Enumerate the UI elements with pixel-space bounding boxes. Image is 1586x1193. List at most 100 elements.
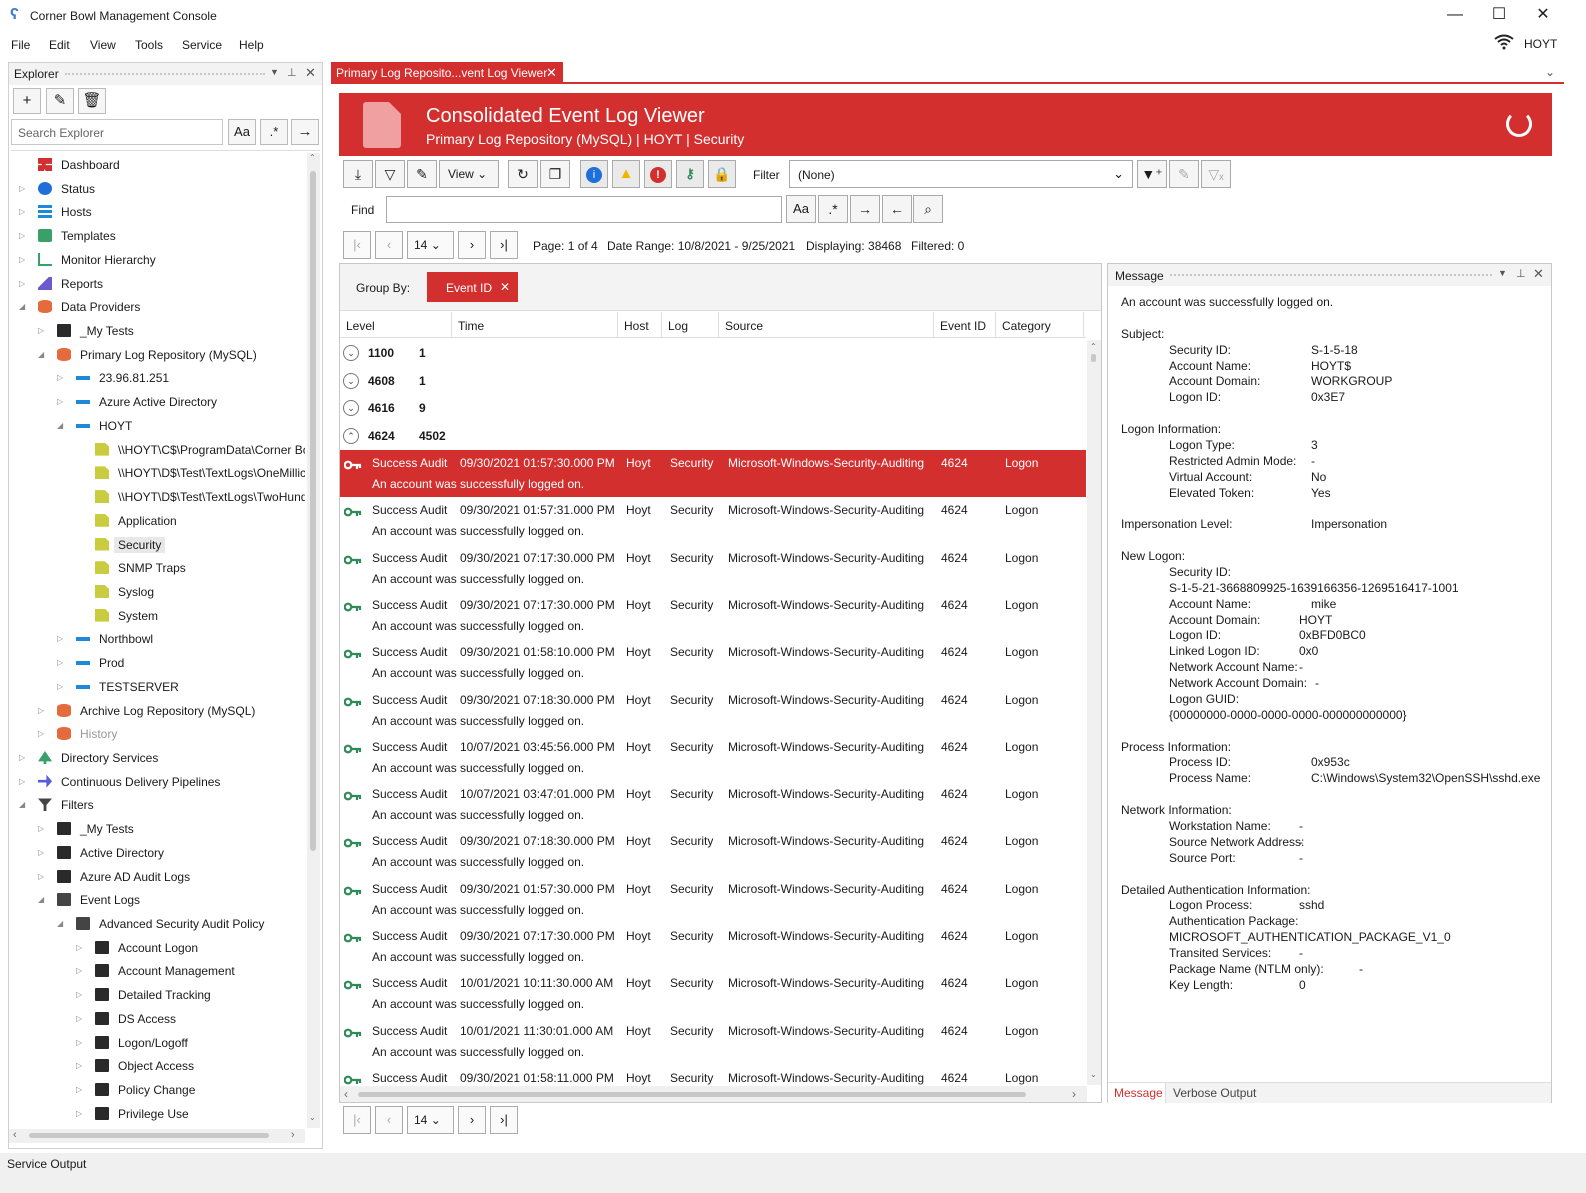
close-icon[interactable]: ✕ bbox=[1533, 266, 1544, 282]
expand-icon[interactable]: ▷ bbox=[76, 990, 82, 999]
tree-item[interactable]: ▷ Detailed Tracking bbox=[9, 983, 305, 1007]
tree-item[interactable]: Security bbox=[9, 533, 305, 557]
dropdown-icon[interactable]: ▼ bbox=[1498, 268, 1507, 278]
tree-item[interactable]: ▷ Active Directory bbox=[9, 841, 305, 865]
error-level-toggle[interactable]: ! bbox=[644, 160, 672, 188]
event-row[interactable]: Success Audit 10/01/2021 11:30:01.000 AM H… bbox=[340, 1018, 1086, 1065]
tree-item[interactable]: ▷ Directory Services bbox=[9, 746, 305, 770]
close-button[interactable]: ✕ bbox=[1523, 4, 1563, 28]
chip-close-icon[interactable]: ✕ bbox=[500, 280, 510, 294]
group-row[interactable]: ⌄ 1100 1 bbox=[340, 340, 1086, 368]
refresh-button[interactable]: ↻ bbox=[508, 160, 538, 188]
expand-icon[interactable]: ▷ bbox=[57, 658, 63, 667]
expand-icon[interactable]: ▷ bbox=[76, 1014, 82, 1023]
expand-icon[interactable]: ▷ bbox=[19, 231, 25, 240]
column-header-host[interactable]: Host bbox=[618, 312, 662, 338]
filter-select[interactable]: (None) ⌄ bbox=[789, 160, 1133, 188]
edit-button[interactable]: ✎ bbox=[407, 160, 437, 188]
expand-icon[interactable]: ▷ bbox=[76, 1061, 82, 1070]
tree-item[interactable]: ▷ Monitor Hierarchy bbox=[9, 248, 305, 272]
group-by-chip[interactable]: Event ID ✕ bbox=[427, 272, 518, 302]
tree-item[interactable]: ▷ Templates bbox=[9, 224, 305, 248]
tree-item[interactable]: ▷ Hosts bbox=[9, 200, 305, 224]
tree-item[interactable]: ◢ Primary Log Repository (MySQL) bbox=[9, 343, 305, 367]
event-row[interactable]: Success Audit 09/30/2021 07:18:30.000 PM H… bbox=[340, 828, 1086, 875]
expand-icon[interactable]: ▷ bbox=[57, 397, 63, 406]
service-output-tab[interactable]: Service Output bbox=[7, 1157, 86, 1171]
tree-item[interactable]: ▷ Archive Log Repository (MySQL) bbox=[9, 699, 305, 723]
collapse-icon[interactable]: ◢ bbox=[19, 800, 25, 809]
event-row[interactable]: Success Audit 09/30/2021 07:17:30.000 PM H… bbox=[340, 545, 1086, 592]
pin-icon[interactable]: ⊥ bbox=[1516, 267, 1526, 280]
menu-file[interactable]: File bbox=[11, 38, 30, 52]
tab-event-log-viewer[interactable]: Primary Log Reposito...vent Log Viewer ✕ bbox=[331, 62, 563, 83]
tree-item[interactable]: ▷ Northbowl bbox=[9, 627, 305, 651]
event-row[interactable]: Success Audit 10/07/2021 03:45:56.000 PM H… bbox=[340, 734, 1086, 781]
tree-item[interactable]: ▷ Policy Change bbox=[9, 1078, 305, 1102]
expand-icon[interactable]: ▷ bbox=[38, 729, 44, 738]
tree-scrollbar[interactable]: ⌃ ⌄ bbox=[307, 153, 320, 1128]
tree-item[interactable]: ▷ DS Access bbox=[9, 1007, 305, 1031]
menu-edit[interactable]: Edit bbox=[49, 38, 70, 52]
menu-service[interactable]: Service bbox=[182, 38, 222, 52]
expand-icon[interactable]: ▷ bbox=[76, 1109, 82, 1118]
page-size-select[interactable]: 14 ⌄ bbox=[407, 231, 454, 259]
find-match-case-button[interactable]: Aa bbox=[786, 195, 816, 223]
group-row[interactable]: ⌄ 4608 1 bbox=[340, 368, 1086, 396]
scroll-thumb[interactable] bbox=[1091, 354, 1096, 362]
search-go-button[interactable]: → bbox=[291, 119, 319, 145]
tree-item[interactable]: ▷ Reports bbox=[9, 272, 305, 296]
tree-item[interactable]: ◢ Advanced Security Audit Policy bbox=[9, 912, 305, 936]
tree-item[interactable]: System bbox=[9, 604, 305, 628]
tree-item[interactable]: ▷ Account Logon bbox=[9, 936, 305, 960]
tree-item[interactable]: ▷ _My Tests bbox=[9, 817, 305, 841]
tree-item[interactable]: ▷ Object Access bbox=[9, 1054, 305, 1078]
tree-item[interactable]: \\HOYT\C$\ProgramData\Corner Bc bbox=[9, 438, 305, 462]
collapse-icon[interactable]: ◢ bbox=[57, 919, 63, 928]
event-row[interactable]: Success Audit 09/30/2021 01:58:11.000 PM H… bbox=[340, 1065, 1086, 1085]
tree-item[interactable]: ▷ Privilege Use bbox=[9, 1102, 305, 1126]
expand-icon[interactable]: ▷ bbox=[57, 373, 63, 382]
menu-view[interactable]: View bbox=[90, 38, 116, 52]
tab-verbose-output[interactable]: Verbose Output bbox=[1173, 1086, 1256, 1100]
event-row[interactable]: Success Audit 09/30/2021 07:17:30.000 PM H… bbox=[340, 923, 1086, 970]
next-page-button-bottom[interactable]: › bbox=[458, 1106, 486, 1134]
tree-item[interactable]: ▷ Continuous Delivery Pipelines bbox=[9, 770, 305, 794]
find-regex-button[interactable]: .* bbox=[818, 195, 848, 223]
event-row[interactable]: Success Audit 09/30/2021 07:18:30.000 PM H… bbox=[340, 687, 1086, 734]
event-row[interactable]: Success Audit 09/30/2021 01:57:30.000 PM H… bbox=[340, 450, 1086, 498]
warning-level-toggle[interactable]: ▲ bbox=[612, 160, 640, 188]
expand-icon[interactable]: ▷ bbox=[19, 777, 25, 786]
regex-button[interactable]: .* bbox=[260, 119, 288, 145]
expand-icon[interactable]: ▷ bbox=[19, 279, 25, 288]
expand-icon[interactable]: ▷ bbox=[76, 966, 82, 975]
last-page-button[interactable]: ›| bbox=[490, 231, 518, 259]
expand-icon[interactable]: ▷ bbox=[38, 872, 44, 881]
tree-item[interactable]: \\HOYT\D$\Test\TextLogs\TwoHund bbox=[9, 485, 305, 509]
tree-item[interactable]: ▷ Azure Active Directory bbox=[9, 390, 305, 414]
export-button[interactable]: ⤓ bbox=[343, 160, 373, 188]
expand-icon[interactable]: ▷ bbox=[57, 682, 63, 691]
event-row[interactable]: Success Audit 10/07/2021 03:47:01.000 PM H… bbox=[340, 781, 1086, 828]
expand-icon[interactable]: ▷ bbox=[19, 207, 25, 216]
find-input[interactable] bbox=[386, 196, 782, 223]
tree-item[interactable]: SNMP Traps bbox=[9, 556, 305, 580]
group-row[interactable]: ⌄ 4616 9 bbox=[340, 395, 1086, 423]
group-row[interactable]: ⌃ 4624 4502 bbox=[340, 423, 1086, 451]
pin-icon[interactable]: ⊥ bbox=[287, 66, 297, 79]
match-case-button[interactable]: Aa bbox=[228, 119, 256, 145]
tree-item[interactable]: ▷ TESTSERVER bbox=[9, 675, 305, 699]
tree-item[interactable]: ▷ 23.96.81.251 bbox=[9, 366, 305, 390]
event-row[interactable]: Success Audit 09/30/2021 01:58:10.000 PM H… bbox=[340, 639, 1086, 686]
edit-filter-button[interactable]: ✎ bbox=[1169, 160, 1199, 188]
collapse-group-icon[interactable]: ⌃ bbox=[343, 427, 359, 444]
next-page-button[interactable]: › bbox=[458, 231, 486, 259]
tree-item[interactable]: Syslog bbox=[9, 580, 305, 604]
tree-item[interactable]: Dashboard bbox=[9, 153, 305, 177]
tree-hscrollbar[interactable]: ‹ › bbox=[9, 1129, 305, 1143]
tree-item[interactable]: ▷ Prod bbox=[9, 651, 305, 675]
expand-icon[interactable]: ▷ bbox=[38, 848, 44, 857]
tree-item[interactable]: ◢ HOYT bbox=[9, 414, 305, 438]
tree-item[interactable]: ▷ Status bbox=[9, 177, 305, 201]
expand-group-icon[interactable]: ⌄ bbox=[343, 345, 359, 361]
